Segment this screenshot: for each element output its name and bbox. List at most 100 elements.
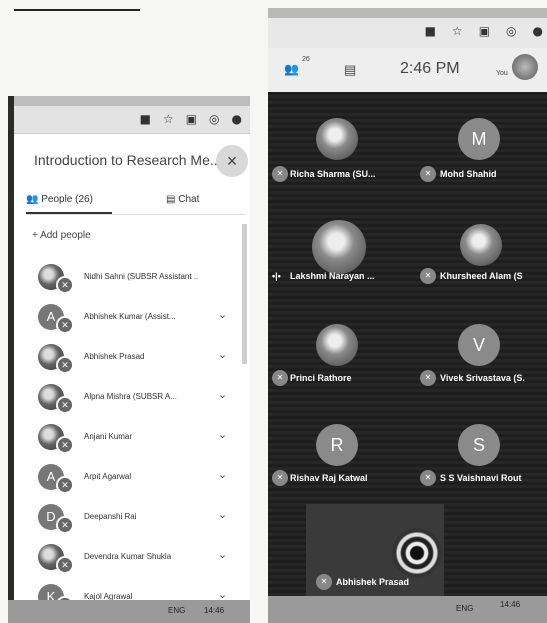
mic-off-icon: ✕ — [272, 470, 288, 486]
avatar — [460, 224, 502, 266]
participant-name: Arpit Agarwal — [84, 472, 132, 481]
mic-off-icon: ✕ — [56, 476, 74, 494]
list-item[interactable]: A ✕ Arpit Agarwal ⌄ — [38, 460, 248, 500]
meeting-clock: 2:46 PM — [400, 60, 460, 77]
participant-name: Alpna Mishra (SUBSR A... — [84, 392, 177, 401]
participant-name: Anjani Kumar — [84, 432, 133, 441]
chevron-down-icon[interactable]: ⌄ — [218, 508, 227, 521]
star-icon[interactable]: ☆ — [452, 24, 463, 38]
add-person-icon: + — [32, 230, 38, 241]
browser-toolbar: ■ ☆ ▣ ◎ ● — [14, 96, 250, 134]
mic-off-icon: ✕ — [56, 276, 74, 294]
participant-name: Deepanshi Rai — [84, 512, 137, 521]
profile-icon[interactable]: ◎ — [506, 24, 516, 38]
chevron-down-icon[interactable]: ⌄ — [218, 548, 227, 561]
taskbar: ENG 14:46 — [268, 596, 547, 623]
participant-name: Abhishek Prasad — [84, 352, 145, 361]
mic-off-icon: ✕ — [420, 268, 436, 284]
extension-icon[interactable]: ▣ — [479, 24, 490, 38]
list-item[interactable]: ✕ Nidhi Sahni (SUBSR Assistant .. — [38, 260, 248, 300]
browser-toolbar: ■ ☆ ▣ ◎ ● — [268, 8, 547, 48]
tab-chat[interactable]: ▤ Chat — [166, 194, 199, 205]
participant-name: Abhishek Kumar (Assist... — [84, 312, 176, 321]
list-item[interactable]: ✕ Alpna Mishra (SUBSR A... ⌄ — [38, 380, 248, 420]
extension-icon[interactable]: ▣ — [186, 112, 197, 126]
mic-off-icon: ✕ — [56, 516, 74, 534]
avatar: S — [458, 424, 500, 466]
tile-name: Lakshmi Narayan ... — [290, 271, 375, 281]
taskbar: ENG 14:46 — [8, 600, 250, 623]
add-people-button[interactable]: + Add people — [32, 230, 91, 241]
list-item[interactable]: A ✕ Abhishek Kumar (Assist... ⌄ — [38, 300, 248, 340]
participant-name: Devendra Kumar Shukla — [84, 552, 172, 561]
taskbar-language[interactable]: ENG — [456, 604, 473, 613]
avatar: V — [458, 324, 500, 366]
speaking-icon: •|• — [272, 271, 281, 281]
list-item[interactable]: ✕ Devendra Kumar Shukla ⌄ — [38, 540, 248, 580]
tile-name: Mohd Shahid — [440, 169, 497, 179]
participant-list: ✕ Nidhi Sahni (SUBSR Assistant .. A ✕ Ab… — [38, 260, 248, 620]
add-people-label: Add people — [40, 230, 91, 241]
taskbar-language[interactable]: ENG — [168, 606, 185, 615]
avatar: M — [458, 118, 500, 160]
mic-off-icon: ✕ — [56, 396, 74, 414]
taskbar-clock[interactable]: 14:46 — [204, 606, 224, 615]
chevron-down-icon[interactable]: ⌄ — [218, 308, 227, 321]
menu-icon[interactable]: ● — [232, 112, 242, 126]
camera-icon[interactable]: ■ — [425, 24, 436, 38]
mic-off-icon: ✕ — [420, 470, 436, 486]
avatar — [392, 528, 442, 578]
tile-name: Richa Sharma (SU... — [290, 169, 376, 179]
people-panel: ■ ☆ ▣ ◎ ● Introduction to Research Me...… — [8, 96, 250, 623]
meeting-view: ■ ☆ ▣ ◎ ● 👥 26 ▤ 2:46 PM You ✕ Richa Sha… — [268, 8, 547, 623]
avatar[interactable] — [512, 54, 538, 80]
tab-chat-label: Chat — [178, 194, 200, 205]
chat-icon: ▤ — [166, 194, 176, 205]
mic-off-icon: ✕ — [272, 166, 288, 182]
tab-people-label: People (26) — [41, 194, 93, 205]
tile-name: Princi Rathore — [290, 373, 352, 383]
chevron-down-icon[interactable]: ⌄ — [218, 428, 227, 441]
avatar — [312, 220, 366, 274]
chevron-down-icon[interactable]: ⌄ — [218, 348, 227, 361]
close-icon[interactable]: × — [216, 145, 248, 177]
mic-off-icon: ✕ — [316, 574, 332, 590]
top-rule — [14, 9, 140, 11]
chevron-down-icon[interactable]: ⌄ — [218, 388, 227, 401]
participant-name: Nidhi Sahni (SUBSR Assistant .. — [84, 272, 199, 281]
list-item[interactable]: ✕ Abhishek Prasad ⌄ — [38, 340, 248, 380]
tile-name: Rishav Raj Katwal — [290, 473, 368, 483]
mic-off-icon: ✕ — [420, 166, 436, 182]
star-icon[interactable]: ☆ — [163, 112, 174, 126]
tile-name: Khursheed Alam (S — [440, 271, 523, 281]
list-item[interactable]: D ✕ Deepanshi Rai ⌄ — [38, 500, 248, 540]
profile-icon[interactable]: ◎ — [209, 112, 219, 126]
divider — [26, 214, 246, 215]
tile-name: S S Vaishnavi Rout — [440, 473, 522, 483]
meeting-title: Introduction to Research Me... — [34, 152, 222, 168]
mic-off-icon: ✕ — [56, 356, 74, 374]
tile-name: Vivek Srivastava (S. — [440, 373, 525, 383]
mic-off-icon: ✕ — [56, 436, 74, 454]
you-label: You — [496, 70, 508, 77]
tab-people[interactable]: 👥 People (26) — [26, 194, 93, 205]
avatar — [316, 118, 358, 160]
chat-icon[interactable]: ▤ — [344, 62, 356, 78]
list-item[interactable]: ✕ Anjani Kumar ⌄ — [38, 420, 248, 460]
chevron-down-icon[interactable]: ⌄ — [218, 468, 227, 481]
people-icon: 👥 — [26, 194, 39, 205]
mic-off-icon: ✕ — [56, 316, 74, 334]
mic-off-icon: ✕ — [420, 370, 436, 386]
meeting-header: 👥 26 ▤ 2:46 PM You — [268, 48, 547, 92]
mic-off-icon: ✕ — [272, 370, 288, 386]
taskbar-clock[interactable]: 14:46 — [500, 600, 520, 609]
avatar: R — [316, 424, 358, 466]
screenshot-collage: ■ ☆ ▣ ◎ ● Introduction to Research Me...… — [0, 0, 547, 623]
self-name: Abhishek Prasad — [336, 577, 410, 587]
avatar — [316, 324, 358, 366]
menu-icon[interactable]: ● — [533, 24, 543, 38]
people-icon[interactable]: 👥 — [284, 62, 299, 76]
people-count: 26 — [302, 56, 310, 63]
mic-off-icon: ✕ — [56, 556, 74, 574]
camera-icon[interactable]: ■ — [140, 112, 151, 126]
